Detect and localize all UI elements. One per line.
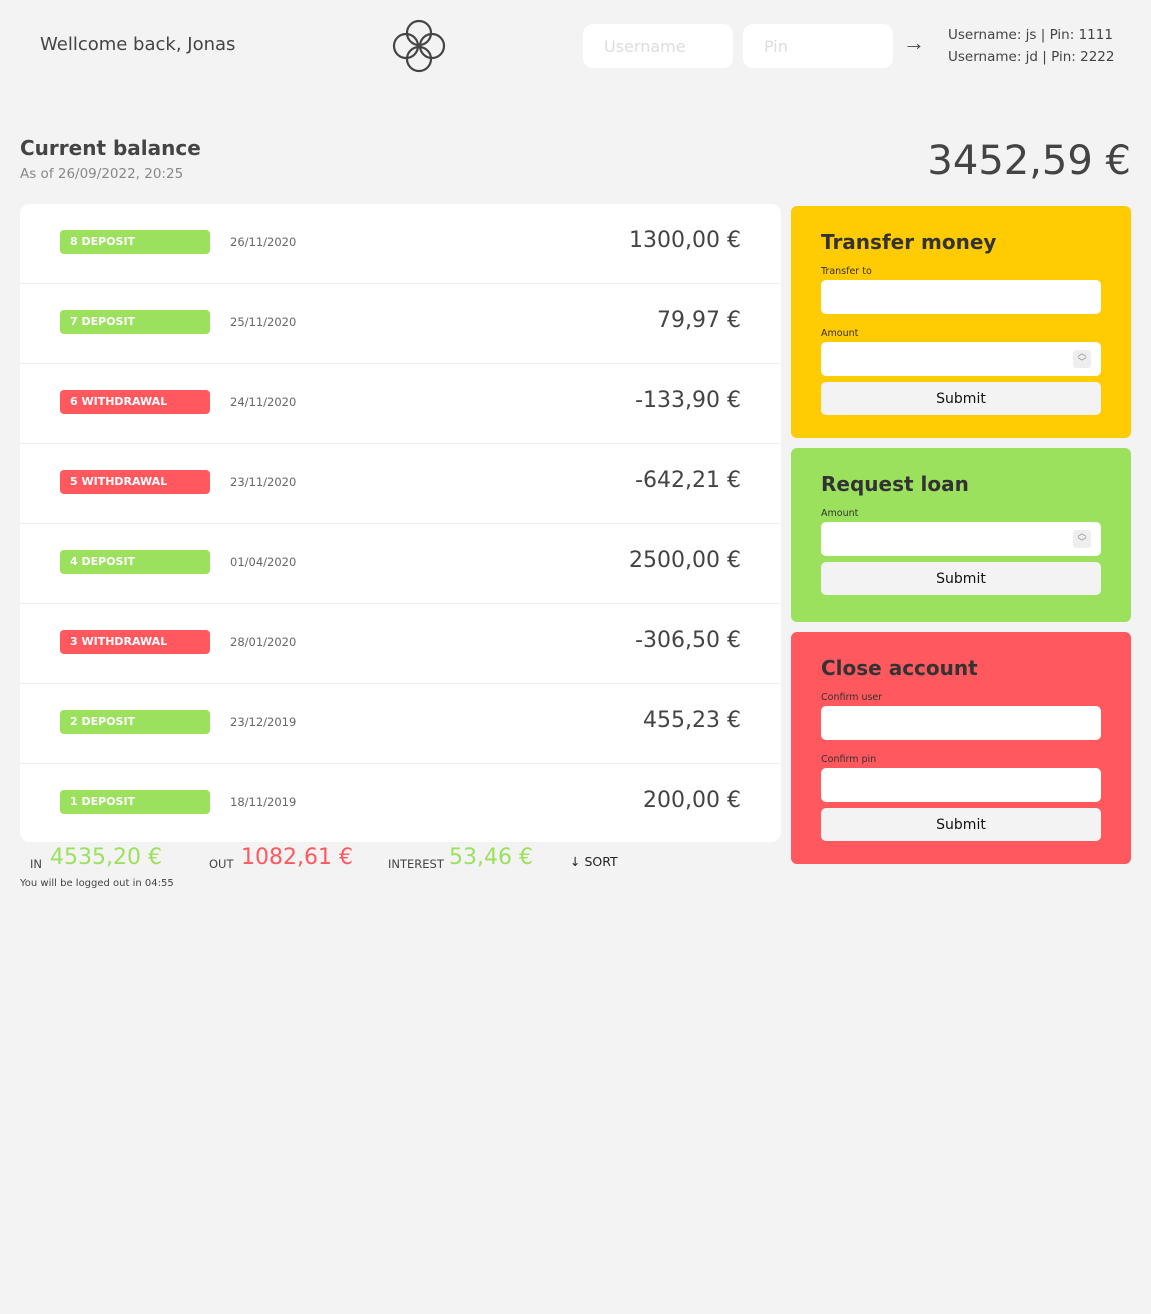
movement-type-badge: 3 WITHDRAWAL [60, 630, 210, 654]
summary-in-label: IN [30, 857, 42, 871]
movement-date: 01/04/2020 [230, 555, 297, 569]
movement-type-badge: 5 WITHDRAWAL [60, 470, 210, 494]
logout-timer: You will be logged out in 04:55 [20, 878, 174, 889]
movement-type-badge: 4 DEPOSIT [60, 550, 210, 574]
transfer-to-label: Transfer to [821, 266, 872, 277]
movement-date: 23/12/2019 [230, 715, 297, 729]
transfer-amount-label: Amount [821, 328, 859, 339]
loan-amount-input[interactable]: ︿ ﹀ [821, 522, 1101, 556]
loan-amount-label: Amount [821, 508, 859, 519]
movement-row: 1 DEPOSIT 18/11/2019 200,00 € [20, 764, 781, 842]
transfer-amount-input[interactable]: ︿ ﹀ [821, 342, 1101, 376]
login-hint: Username: js | Pin: 1111 [948, 27, 1113, 43]
welcome-message: Wellcome back, Jonas [40, 34, 236, 55]
movement-row: 5 WITHDRAWAL 23/11/2020 -642,21 € [20, 444, 781, 524]
login-pin-input[interactable] [743, 24, 893, 68]
movement-value: -642,21 € [635, 468, 741, 493]
movement-date: 24/11/2020 [230, 395, 297, 409]
movement-value: 455,23 € [643, 708, 741, 733]
balance-value: 3452,59 € [927, 138, 1131, 184]
balance-date: As of 26/09/2022, 20:25 [20, 166, 184, 182]
transfer-title: Transfer money [821, 230, 997, 254]
summary-out-value: 1082,61 € [241, 845, 353, 870]
movement-row: 6 WITHDRAWAL 24/11/2020 -133,90 € [20, 364, 781, 444]
transfer-to-input[interactable] [821, 280, 1101, 314]
logo-icon [392, 19, 446, 73]
movement-date: 18/11/2019 [230, 795, 297, 809]
movement-row: 3 WITHDRAWAL 28/01/2020 -306,50 € [20, 604, 781, 684]
movement-value: -133,90 € [635, 388, 741, 413]
loan-submit-button[interactable]: Submit [821, 562, 1101, 595]
summary-out-label: OUT [209, 857, 234, 871]
transfer-submit-button[interactable]: Submit [821, 382, 1101, 415]
movement-type-badge: 1 DEPOSIT [60, 790, 210, 814]
close-submit-button[interactable]: Submit [821, 808, 1101, 841]
sort-button[interactable]: ↓ SORT [570, 854, 618, 869]
movement-value: 2500,00 € [629, 548, 741, 573]
summary-interest-value: 53,46 € [449, 845, 533, 870]
confirm-pin-label: Confirm pin [821, 754, 877, 765]
summary-in-value: 4535,20 € [50, 845, 162, 870]
movement-date: 26/11/2020 [230, 235, 297, 249]
loan-title: Request loan [821, 472, 969, 496]
movement-date: 23/11/2020 [230, 475, 297, 489]
login-arrow-button[interactable]: → [903, 32, 925, 54]
confirm-user-input[interactable] [821, 706, 1101, 740]
movement-type-badge: 2 DEPOSIT [60, 710, 210, 734]
movement-value: -306,50 € [635, 628, 741, 653]
transfer-panel: Transfer money Transfer to Amount ︿ ﹀ Sub… [791, 206, 1131, 438]
spinner-icon[interactable]: ︿ ﹀ [1073, 350, 1091, 368]
movement-date: 28/01/2020 [230, 635, 297, 649]
summary-interest-label: INTEREST [388, 857, 444, 871]
movement-row: 8 DEPOSIT 26/11/2020 1300,00 € [20, 204, 781, 284]
movement-value: 79,97 € [657, 308, 741, 333]
loan-panel: Request loan Amount ︿ ﹀ Submit [791, 448, 1131, 622]
login-username-input[interactable] [583, 24, 733, 68]
movement-row: 7 DEPOSIT 25/11/2020 79,97 € [20, 284, 781, 364]
movement-value: 1300,00 € [629, 228, 741, 253]
movements-list: 8 DEPOSIT 26/11/2020 1300,00 € 7 DEPOSIT… [20, 204, 781, 842]
close-title: Close account [821, 656, 978, 680]
close-account-panel: Close account Confirm user Confirm pin S… [791, 632, 1131, 864]
spinner-icon[interactable]: ︿ ﹀ [1073, 530, 1091, 548]
movement-row: 4 DEPOSIT 01/04/2020 2500,00 € [20, 524, 781, 604]
login-hint: Username: jd | Pin: 2222 [948, 49, 1115, 65]
movement-type-badge: 7 DEPOSIT [60, 310, 210, 334]
movement-type-badge: 8 DEPOSIT [60, 230, 210, 254]
movement-date: 25/11/2020 [230, 315, 297, 329]
confirm-pin-input[interactable] [821, 768, 1101, 802]
confirm-user-label: Confirm user [821, 692, 883, 703]
movement-value: 200,00 € [643, 788, 741, 813]
balance-label: Current balance [20, 136, 201, 160]
movement-row: 2 DEPOSIT 23/12/2019 455,23 € [20, 684, 781, 764]
movement-type-badge: 6 WITHDRAWAL [60, 390, 210, 414]
